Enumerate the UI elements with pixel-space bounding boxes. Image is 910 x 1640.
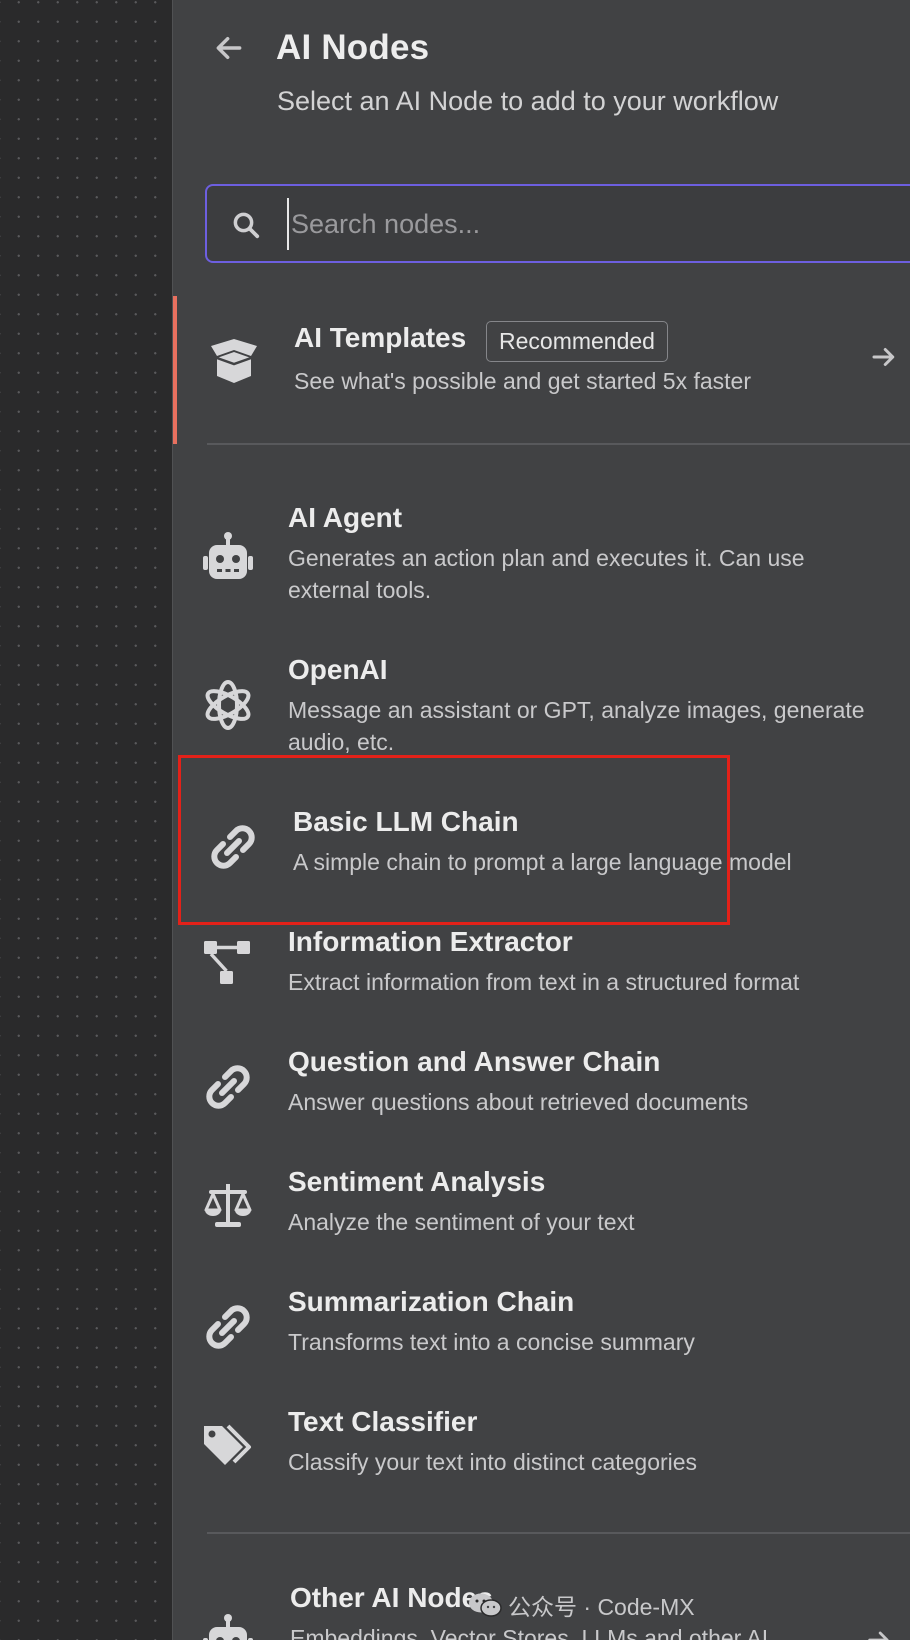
node-description: Generates an action plan and executes it…	[288, 545, 805, 603]
arrow-right-icon	[868, 1631, 889, 1640]
robot-icon	[203, 532, 253, 579]
back-button[interactable]	[211, 30, 247, 66]
ai-templates-item[interactable]: AI Templates Recommended See what's poss…	[173, 296, 910, 444]
box-icon	[211, 339, 257, 383]
workflow-canvas[interactable]	[0, 0, 172, 1640]
search-input[interactable]	[287, 198, 887, 250]
templates-title: AI Templates	[294, 322, 467, 353]
panel-subtitle: Select an AI Node to add to your workflo…	[277, 86, 779, 116]
tags-icon	[204, 1424, 251, 1465]
node-text-classifier[interactable]: Text Classifier Classify your text into …	[173, 1406, 910, 1524]
node-name: Basic LLM Chain	[293, 806, 519, 837]
watermark-text: 公众号 · Code-MX	[508, 1594, 695, 1620]
node-description: Answer questions about retrieved documen…	[288, 1089, 749, 1115]
node-name: OpenAI	[288, 654, 388, 685]
node-question-answer-chain[interactable]: Question and Answer Chain Answer questio…	[173, 1046, 910, 1164]
watermark: 公众号 · Code-MX	[468, 1588, 695, 1622]
panel-title: AI Nodes	[276, 28, 430, 67]
node-description: Extract information from text in a struc…	[288, 969, 800, 995]
node-summarization-chain[interactable]: Summarization Chain Transforms text into…	[173, 1286, 910, 1404]
link-icon	[206, 1305, 250, 1349]
arrow-left-icon	[216, 36, 242, 60]
node-description: Transforms text into a concise summary	[288, 1329, 695, 1355]
node-name: Question and Answer Chain	[288, 1046, 661, 1077]
node-basic-llm-chain[interactable]: Basic LLM Chain A simple chain to prompt…	[173, 806, 903, 898]
ai-nodes-panel: AI Nodes Select an AI Node to add to you…	[172, 0, 910, 1640]
node-sentiment-analysis[interactable]: Sentiment Analysis Analyze the sentiment…	[173, 1166, 910, 1284]
recommended-badge: Recommended	[486, 321, 668, 362]
node-name: Information Extractor	[288, 926, 573, 957]
node-name: AI Agent	[288, 502, 403, 533]
search-icon	[233, 212, 260, 239]
divider	[207, 1532, 910, 1534]
node-description: Analyze the sentiment of your text	[288, 1209, 635, 1235]
hierarchy-icon	[204, 941, 250, 984]
link-icon	[211, 825, 255, 869]
node-description: Classify your text into distinct categor…	[288, 1449, 698, 1475]
node-information-extractor[interactable]: Information Extractor Extract informatio…	[173, 926, 910, 1044]
node-description: Embeddings, Vector Stores, LLMs and othe…	[290, 1625, 769, 1640]
link-icon	[206, 1065, 250, 1109]
search-box	[205, 184, 910, 263]
openai-icon	[205, 680, 251, 730]
node-openai[interactable]: OpenAI Message an assistant or GPT, anal…	[173, 654, 910, 772]
wechat-icon	[469, 1593, 502, 1617]
templates-description: See what's possible and get started 5x f…	[294, 368, 751, 394]
node-description: A simple chain to prompt a large languag…	[293, 849, 792, 875]
arrow-right-icon	[872, 348, 895, 366]
node-name: Other AI Nodes	[290, 1582, 493, 1613]
node-name: Sentiment Analysis	[288, 1166, 546, 1197]
node-ai-agent[interactable]: AI Agent Generates an action plan and ex…	[173, 502, 910, 620]
node-description: Message an assistant or GPT, analyze ima…	[288, 697, 865, 755]
node-name: Text Classifier	[288, 1406, 478, 1437]
robot-icon	[203, 1614, 253, 1640]
node-name: Summarization Chain	[288, 1286, 575, 1317]
balance-scale-icon	[204, 1184, 252, 1227]
divider	[207, 443, 910, 445]
